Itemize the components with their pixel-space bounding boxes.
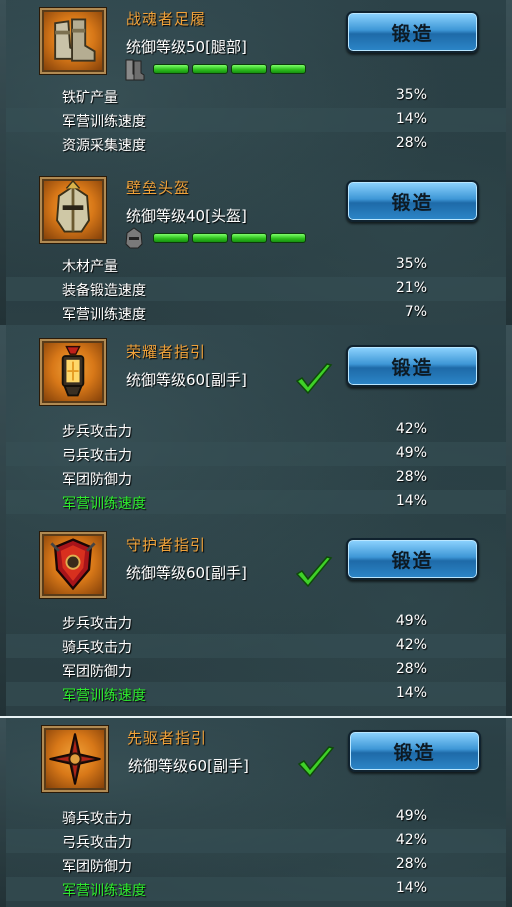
- stat-name: 军营训练速度: [62, 114, 146, 130]
- stat-value: 7%: [404, 304, 427, 320]
- progress-segment: [153, 64, 189, 74]
- stat-row: 军营训练速度 7%: [6, 301, 506, 325]
- forge-button[interactable]: 锻造: [346, 11, 479, 53]
- stat-row: 步兵攻击力 42%: [6, 418, 506, 442]
- progress-segment: [270, 64, 306, 74]
- item-level: 统御等级40[头盔]: [126, 207, 247, 225]
- progress-segment: [192, 64, 228, 74]
- helmet-icon[interactable]: [40, 177, 106, 243]
- progress-segment: [192, 233, 228, 243]
- item-name: 荣耀者指引: [126, 343, 207, 361]
- stat-row: 弓兵攻击力 42%: [6, 829, 506, 853]
- stat-value: 14%: [395, 111, 427, 127]
- stat-name: 弓兵攻击力: [62, 835, 132, 851]
- stat-row: 军营训练速度 14%: [6, 490, 506, 514]
- stat-name: 军营训练速度: [62, 883, 146, 899]
- forge-button[interactable]: 锻造: [346, 538, 479, 580]
- forge-progress-bar: [153, 64, 306, 74]
- stat-row: 装备锻造速度 21%: [6, 277, 506, 301]
- boot-slot-icon: [123, 58, 145, 82]
- stat-row: 军团防御力 28%: [6, 853, 506, 877]
- stat-name: 骑兵攻击力: [62, 811, 132, 827]
- equipment-panel-1: 战魂者足履 统御等级50[腿部] 锻造 铁矿产量 35% 军营训练速度 14% …: [0, 0, 512, 325]
- shield-icon[interactable]: [40, 532, 106, 598]
- stat-value: 28%: [395, 661, 427, 677]
- stat-value: 35%: [395, 256, 427, 272]
- progress-segment: [153, 233, 189, 243]
- equipped-checkmark-icon: [296, 744, 336, 780]
- lantern-icon[interactable]: [40, 339, 106, 405]
- stat-value: 42%: [395, 421, 427, 437]
- stat-name: 军团防御力: [62, 664, 132, 680]
- stat-value: 49%: [395, 808, 427, 824]
- stat-row: 军营训练速度 14%: [6, 682, 506, 706]
- stat-value: 35%: [395, 87, 427, 103]
- stat-row: 铁矿产量 35%: [6, 84, 506, 108]
- progress-segment: [231, 233, 267, 243]
- stat-row: 资源采集速度 28%: [6, 132, 506, 156]
- stat-name: 骑兵攻击力: [62, 640, 132, 656]
- forge-button[interactable]: 锻造: [348, 730, 481, 772]
- helmet-slot-icon: [123, 226, 145, 250]
- equipped-checkmark-icon: [294, 361, 334, 397]
- item-name: 战魂者足履: [126, 10, 207, 28]
- stat-value: 14%: [395, 493, 427, 509]
- forge-button[interactable]: 锻造: [346, 345, 479, 387]
- equipment-panel-2: 荣耀者指引 统御等级60[副手] 锻造 步兵攻击力 42% 弓兵攻击力 49% …: [0, 325, 512, 716]
- stat-row: 军团防御力 28%: [6, 658, 506, 682]
- stat-row: 木材产量 35%: [6, 253, 506, 277]
- equipped-checkmark-icon: [294, 554, 334, 590]
- shuriken-icon[interactable]: [42, 726, 108, 792]
- stat-name: 步兵攻击力: [62, 424, 132, 440]
- item-name: 先驱者指引: [127, 729, 208, 747]
- item-level: 统御等级60[副手]: [128, 757, 249, 775]
- stat-value: 21%: [395, 280, 427, 296]
- stat-name: 军团防御力: [62, 472, 132, 488]
- stat-row: 军营训练速度 14%: [6, 877, 506, 901]
- stat-name: 步兵攻击力: [62, 616, 132, 632]
- stat-row: 军营训练速度 14%: [6, 108, 506, 132]
- item-level: 统御等级60[副手]: [126, 371, 247, 389]
- stat-name: 军营训练速度: [62, 307, 146, 323]
- item-name: 守护者指引: [126, 536, 207, 554]
- stat-value: 14%: [395, 685, 427, 701]
- stat-value: 28%: [395, 856, 427, 872]
- stat-row: 骑兵攻击力 42%: [6, 634, 506, 658]
- stat-row: 军团防御力 28%: [6, 466, 506, 490]
- stat-row: 骑兵攻击力 49%: [6, 805, 506, 829]
- stat-value: 42%: [395, 637, 427, 653]
- item-level: 统御等级60[副手]: [126, 564, 247, 582]
- stat-name: 军营训练速度: [62, 688, 146, 704]
- forge-progress-bar: [153, 233, 306, 243]
- item-level: 统御等级50[腿部]: [126, 38, 247, 56]
- stat-row: 弓兵攻击力 49%: [6, 442, 506, 466]
- equipment-panel-3: 先驱者指引 统御等级60[副手] 锻造 骑兵攻击力 49% 弓兵攻击力 42% …: [0, 718, 512, 907]
- boots-icon[interactable]: [40, 8, 106, 74]
- stat-name: 铁矿产量: [62, 90, 118, 106]
- stat-value: 49%: [395, 445, 427, 461]
- stat-name: 军团防御力: [62, 859, 132, 875]
- stat-name: 军营训练速度: [62, 496, 146, 512]
- stat-value: 28%: [395, 135, 427, 151]
- stat-name: 资源采集速度: [62, 138, 146, 154]
- stat-value: 49%: [395, 613, 427, 629]
- forge-button[interactable]: 锻造: [346, 180, 479, 222]
- stat-name: 装备锻造速度: [62, 283, 146, 299]
- stat-value: 28%: [395, 469, 427, 485]
- progress-segment: [270, 233, 306, 243]
- progress-segment: [231, 64, 267, 74]
- stat-value: 42%: [395, 832, 427, 848]
- stat-value: 14%: [395, 880, 427, 896]
- item-name: 壁垒头盔: [126, 179, 191, 197]
- stat-row: 步兵攻击力 49%: [6, 610, 506, 634]
- stat-name: 木材产量: [62, 259, 118, 275]
- stat-name: 弓兵攻击力: [62, 448, 132, 464]
